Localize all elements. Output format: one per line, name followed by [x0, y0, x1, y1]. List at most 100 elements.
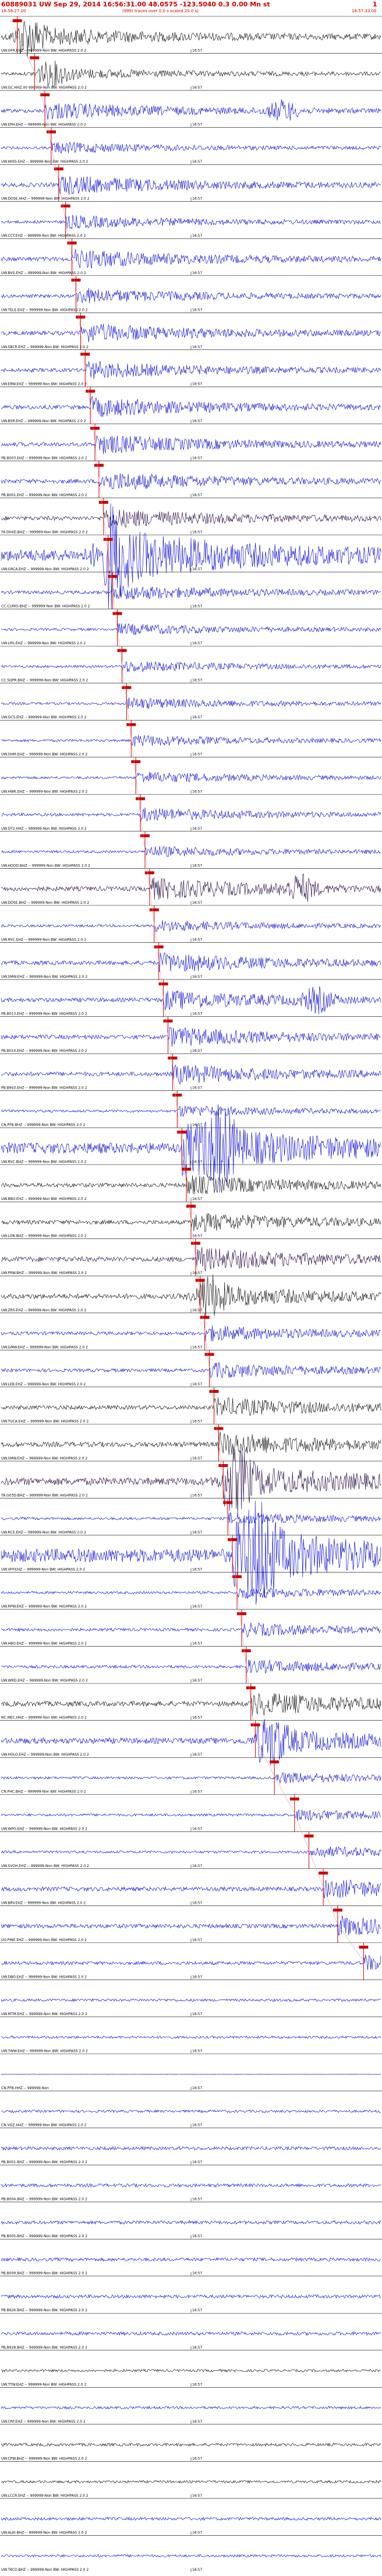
- waveform: [1, 661, 381, 673]
- trace-label: PB.B943.EHZ -- 999999-Non BW: HIGHPASS 2…: [1, 1086, 87, 1090]
- seismogram-plot: UW.OFR.EHZ -- 999999-Non BW: HIGHPASS 2.…: [0, 16, 382, 2572]
- waveform: [1, 952, 381, 973]
- trace-label: UW.LEB.EHZ -- 999999-Non BW: HIGHPASS 2.…: [1, 1382, 86, 1387]
- waveform: [1, 1065, 381, 1085]
- trace-label: CN.PHC.BHZ -- 999999-Non BW: HIGHPASS 2.…: [1, 1790, 86, 1794]
- trace-label: UW.LCCR.EHZ -- 999999-Non BW: HIGHPASS 2…: [1, 2494, 89, 2498]
- trace-label: UW.MTM.EHZ -- 999999-Non BW: HIGHPASS 2.…: [1, 2012, 87, 2016]
- waveform: [1, 1587, 381, 1599]
- trace-label: CC.SQPR.BHZ -- 999999-Non BW: HIGHPASS 2…: [1, 679, 88, 683]
- waveform: [1, 2109, 381, 2114]
- trace-10: UW.BSR.EHZ -- 999999-Non BW: HIGHPASS 2.…: [0, 387, 382, 424]
- waveform: [1, 288, 381, 303]
- trace-21: UW.DT2.HHZ -- 999999-Non BW: HIGHPASS 2.…: [0, 794, 382, 831]
- minute-tick-label: 16:57: [192, 2124, 202, 2128]
- trace-label: UW.LON.BHZ -- 999999-Non BW: HIGHPASS 2.…: [1, 1234, 87, 1238]
- waveform: [1, 1512, 381, 1524]
- minute-tick-label: 16:57: [192, 1012, 202, 1016]
- waveform: [1, 623, 381, 636]
- minute-tick-label: 16:57: [192, 160, 202, 164]
- minute-tick-label: 16:57: [192, 1975, 202, 1979]
- minute-tick-label: 16:57: [192, 234, 202, 238]
- waveform: [1, 1431, 381, 1456]
- trace-label: TA.G03D.BHZ -- 999999-Non BW: HIGHPASS 2…: [1, 1493, 88, 1497]
- minute-tick-label: 16:57: [192, 1642, 202, 1646]
- minute-tick-label: 16:57: [192, 1679, 202, 1683]
- waveform: [1, 435, 381, 454]
- minute-tick-label: 16:57: [192, 2456, 202, 2461]
- minute-tick-label: 16:57: [192, 419, 202, 423]
- waveform: [1, 1325, 381, 1342]
- waveform: [1, 1362, 381, 1379]
- trace-label: UW.SMW.EHZ -- 999999-Non BW: HIGHPASS 2.…: [1, 1457, 87, 1461]
- minute-tick-label: 16:57: [192, 2160, 202, 2164]
- waveform: [1, 2368, 381, 2373]
- trace-64: UW.CRF.EHZ -- 999999-Non BW: HIGHPASS 2.…: [0, 2387, 382, 2424]
- trace-5: UW.CCT.EHZ -- 999999-Non BW: HIGHPASS 2.…: [0, 201, 382, 239]
- trace-label: UW.TTW.EHZ -- 999999-Non BW: HIGHPASS 2.…: [1, 2382, 87, 2387]
- trace-label: UW.DOSE.BHZ -- 999999-Non BW: HIGHPASS 2…: [1, 901, 89, 905]
- waveform: [1, 249, 381, 269]
- trace-label: UW.CPW.BHZ -- 999999-Non BW: HIGHPASS 2.…: [1, 2456, 87, 2461]
- minute-tick-label: 16:57: [192, 456, 202, 460]
- trace-label: PB.B009.BHZ -- 999999-Non BW: HIGHPASS 2…: [1, 2272, 87, 2276]
- trace-61: PB.B926.BHZ -- 999999-Non BW: HIGHPASS 2…: [0, 2276, 382, 2313]
- trace-label: UW.DBO.EHZ -- 999999-Non BW: HIGHPASS 2.…: [1, 1975, 87, 1979]
- trace-33: UW.PRW.BHZ -- 999999-Non BW: HIGHPASS 2.…: [0, 1238, 382, 1276]
- minute-tick-label: 16:57: [192, 2049, 202, 2053]
- trace-11: PB.B003.EHZ -- 999999-Non BW: HIGHPASS 2…: [0, 423, 382, 461]
- minute-tick-label: 16:57: [192, 1531, 202, 1535]
- minute-tick-label: 16:57: [192, 2234, 202, 2238]
- waveform: [1, 1027, 381, 1047]
- trace-38: UW.SMW.EHZ -- 999999-Non BW: HIGHPASS 2.…: [0, 1424, 382, 1461]
- trace-label: UW.GMW.EHZ -- 999999-Non BW: HIGHPASS 2.…: [1, 1345, 88, 1349]
- trace-label: UW.SBCR.EHZ -- 999999-Non BW: HIGHPASS 2…: [1, 345, 89, 349]
- waveform: [1, 1846, 381, 1858]
- trace-56: CN.VGZ.HHZ -- 999999-Non BW: HIGHPASS 2.…: [0, 2090, 382, 2128]
- minute-tick-label: 16:57: [192, 901, 202, 905]
- minute-tick-label: 16:57: [192, 345, 202, 349]
- minute-tick-label: 16:57: [192, 1790, 202, 1794]
- waveform: [1, 473, 381, 490]
- trace-label: CC.CLRKS.BHZ -- 999999-Non BW: HIGHPASS …: [1, 605, 90, 609]
- trace-label: UW.ERW.EHZ -- 999999-Non BW: HIGHPASS 2.…: [1, 382, 87, 386]
- trace-label: UW.OFR.EHZ -- 999999-Non BW: HIGHPASS 2.…: [1, 49, 86, 53]
- trace-label: UW.OHM.EHZ -- 999999-Non BW: HIGHPASS 2.…: [1, 753, 88, 757]
- trace-47: CN.PHC.BHZ -- 999999-Non BW: HIGHPASS 2.…: [0, 1757, 382, 1795]
- waveform: [1, 1693, 381, 1717]
- minute-tick-label: 16:57: [192, 827, 202, 831]
- trace-label: UW.RVC.EHZ -- 999999-Non BW: HIGHPASS 2.…: [1, 938, 86, 942]
- waveform: [1, 396, 381, 417]
- trace-25: UW.SMW.EHZ -- 999999-Non BW: HIGHPASS 2.…: [0, 942, 382, 980]
- waveform: [1, 585, 381, 600]
- waveform: [1, 2331, 381, 2336]
- waveform: [1, 361, 381, 379]
- minute-tick-label: 16:57: [192, 1234, 202, 1238]
- minute-tick-label: 16:57: [192, 1382, 202, 1387]
- trace-6: UW.BVS.EHZ -- 999999-Non BW: HIGHPASS 2.…: [0, 238, 382, 276]
- trace-label: UW.SVOH.EHZ -- 999999-Non BW: HIGHPASS 2…: [1, 1864, 89, 1868]
- trace-49: UW.SVOH.EHZ -- 999999-Non BW: HIGHPASS 2…: [0, 1831, 382, 1869]
- minute-tick-label: 16:57: [192, 123, 202, 127]
- trace-label: UW.BSR.EHZ -- 999999-Non BW: HIGHPASS 2.…: [1, 419, 86, 423]
- trace-29: CN.PFB.BHZ -- 999999-Non BW: HIGHPASS 2.…: [0, 1090, 382, 1128]
- trace-label: UW.SMW.EHZ -- 999999-Non BW: HIGHPASS 2.…: [1, 975, 87, 979]
- trace-24: UW.RVC.EHZ -- 999999-Non BW: HIGHPASS 2.…: [0, 905, 382, 943]
- minute-tick-label: 16:57: [192, 1827, 202, 1831]
- trace-31: UW.BBO.EHZ -- 999999-Non BW: HIGHPASS 2.…: [0, 1164, 382, 1202]
- minute-tick-label: 16:57: [192, 1197, 202, 1201]
- minute-tick-label: 16:57: [192, 382, 202, 386]
- waveform: [1, 2406, 381, 2410]
- waveform: [1, 1954, 381, 1970]
- trace-label: UW.RPW.EHZ -- 999999-Non BW: HIGHPASS 2.…: [1, 1605, 87, 1609]
- trace-51: UO.PINE.EHZ -- 999999-Non BW: HIGHPASS 2…: [0, 1905, 382, 1943]
- trace-62: PB.B928.BHZ -- 999999-Non BW: HIGHPASS 2…: [0, 2312, 382, 2350]
- trace-15: CC.CLRKS.BHZ -- 999999-Non BW: HIGHPASS …: [0, 571, 382, 609]
- trace-label: UW.TWW.EHZ -- 999999-Non BW: HIGHPASS 2.…: [1, 2049, 88, 2053]
- waveform: [1, 215, 381, 230]
- trace-20: UW.HWK.EHZ -- 999999-Non BW: HIGHPASS 2.…: [0, 757, 382, 795]
- minute-tick-label: 16:57: [192, 308, 202, 312]
- trace-label: PB.B928.BHZ -- 999999-Non BW: HIGHPASS 2…: [1, 2346, 87, 2350]
- trace-50: UW.BRV.EHZ -- 999999-Non BW: HIGHPASS 2.…: [0, 1868, 382, 1906]
- trace-57: PB.B001.BHZ -- 999999-Non BW: HIGHPASS 2…: [0, 2128, 382, 2165]
